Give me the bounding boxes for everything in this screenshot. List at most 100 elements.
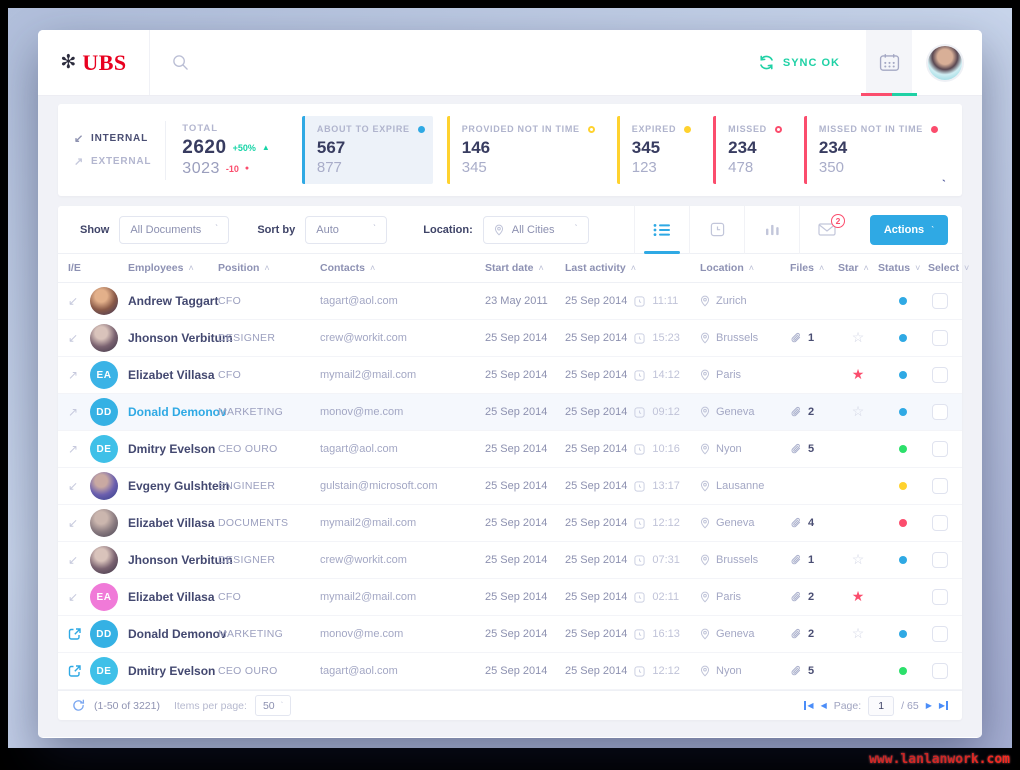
sort-select[interactable]: Auto ˋ: [305, 215, 388, 244]
stat-card[interactable]: MISSED 234 478: [713, 116, 790, 184]
employee-name[interactable]: Elizabet Villasa: [128, 590, 215, 604]
row-checkbox[interactable]: [932, 626, 948, 642]
column-header[interactable]: Select ˅: [928, 262, 969, 274]
first-page-button[interactable]: ◀: [804, 701, 814, 710]
external-toggle[interactable]: ↗ EXTERNAL: [74, 155, 165, 168]
row-checkbox[interactable]: [932, 478, 948, 494]
contact-email[interactable]: tagart@aol.com: [320, 295, 485, 307]
table-row[interactable]: ↙ ↗ Andrew Taggart CFO tagart@aol.com 23…: [58, 283, 962, 320]
contact-email[interactable]: monov@me.com: [320, 406, 485, 418]
tab-chart-view[interactable]: [744, 205, 799, 254]
employee-name[interactable]: Donald Demonov: [128, 627, 227, 641]
table-row[interactable]: ↙ ↗ Evgeny Gulshtein ENGINEER gulstain@m…: [58, 468, 962, 505]
row-checkbox[interactable]: [932, 552, 948, 568]
internal-toggle[interactable]: ↙ INTERNAL: [74, 132, 165, 145]
stat-card[interactable]: ABOUT TO EXPIRE 567 877: [301, 116, 433, 184]
table-row[interactable]: ↙ ↗ Jhonson Verbitum DESIGNER crew@worki…: [58, 320, 962, 357]
refresh-button[interactable]: [72, 699, 85, 712]
star-icon[interactable]: ☆: [852, 551, 865, 567]
table-row[interactable]: ↙ ↗ EA Elizabet Villasa CFO mymail2@mail…: [58, 357, 962, 394]
row-checkbox[interactable]: [932, 330, 948, 346]
stat-card[interactable]: MISSED NOT IN TIME 234 350: [803, 116, 946, 184]
show-select[interactable]: All Documents ˋ: [119, 215, 230, 244]
calendar-button[interactable]: [861, 30, 917, 96]
row-checkbox[interactable]: [932, 515, 948, 531]
stat-card[interactable]: PROVIDED NOT IN TIME 146 345: [446, 116, 603, 184]
next-page-button[interactable]: ▶: [926, 701, 932, 710]
column-header[interactable]: Star ˄: [838, 262, 878, 274]
page-input[interactable]: 1: [868, 695, 895, 716]
files-cell[interactable]: 2: [790, 406, 838, 418]
location-select[interactable]: All Cities ˋ: [482, 215, 589, 244]
table-row[interactable]: ↙ ↗ DD Donald Demonov MARKETING monov@me…: [58, 394, 962, 431]
contact-email[interactable]: gulstain@microsoft.com: [320, 480, 485, 492]
contact-email[interactable]: crew@workit.com: [320, 332, 485, 344]
column-header[interactable]: Contacts ˄: [320, 262, 485, 274]
actions-button[interactable]: Actions ˋ: [870, 214, 948, 245]
employee-name[interactable]: Elizabet Villasa: [128, 368, 215, 382]
star-icon[interactable]: ☆: [852, 403, 865, 419]
stats-collapse-chevron[interactable]: ˋ: [942, 177, 946, 192]
table-row[interactable]: ↙ ↗ DE Dmitry Evelson CEO OURO tagart@ao…: [58, 431, 962, 468]
contact-email[interactable]: mymail2@mail.com: [320, 517, 485, 529]
files-cell[interactable]: [790, 480, 838, 492]
row-checkbox[interactable]: [932, 663, 948, 679]
tab-messages[interactable]: 2: [799, 205, 854, 254]
column-header[interactable]: Status ˅: [878, 262, 928, 274]
star-icon[interactable]: ☆: [852, 625, 865, 641]
last-page-button[interactable]: ▶: [939, 701, 948, 710]
table-row[interactable]: ↙ ↗ EA Elizabet Villasa CFO mymail2@mail…: [58, 579, 962, 616]
table-row[interactable]: ↙ ↗ Jhonson Verbitum DESIGNER crew@worki…: [58, 542, 962, 579]
star-icon[interactable]: ☆: [852, 329, 865, 345]
files-cell[interactable]: 2: [790, 628, 838, 640]
row-checkbox[interactable]: [932, 441, 948, 457]
star-icon[interactable]: ★: [852, 366, 865, 382]
column-header[interactable]: Files ˄: [790, 262, 838, 274]
row-checkbox[interactable]: [932, 589, 948, 605]
employee-name[interactable]: Dmitry Evelson: [128, 442, 215, 456]
column-header[interactable]: Position ˄: [218, 262, 320, 274]
user-avatar[interactable]: [928, 45, 962, 80]
employee-name[interactable]: Andrew Taggart: [128, 294, 218, 308]
table-row[interactable]: ↙ ↗ DE Dmitry Evelson CEO OURO tagart@ao…: [58, 653, 962, 690]
external-link-icon[interactable]: [68, 627, 82, 641]
files-cell[interactable]: [790, 369, 838, 381]
contact-email[interactable]: mymail2@mail.com: [320, 369, 485, 381]
employee-name[interactable]: Donald Demonov: [128, 405, 227, 419]
star-icon[interactable]: ★: [852, 588, 865, 604]
row-checkbox[interactable]: [932, 404, 948, 420]
column-header[interactable]: Employees ˄: [90, 262, 218, 274]
contact-email[interactable]: mymail2@mail.com: [320, 591, 485, 603]
contact-email[interactable]: monov@me.com: [320, 628, 485, 640]
tab-list-view[interactable]: [634, 205, 689, 254]
external-link-icon[interactable]: [68, 664, 82, 678]
files-cell[interactable]: 2: [790, 591, 838, 603]
contact-email[interactable]: crew@workit.com: [320, 554, 485, 566]
stat-card[interactable]: EXPIRED 345 123: [616, 116, 699, 184]
files-cell[interactable]: 5: [790, 665, 838, 677]
per-page-select[interactable]: 50 ˋ: [254, 695, 292, 716]
search-button[interactable]: [172, 54, 189, 71]
tab-recent-view[interactable]: [689, 205, 744, 254]
row-checkbox[interactable]: [932, 367, 948, 383]
employee-name[interactable]: Elizabet Villasa: [128, 516, 215, 530]
files-cell[interactable]: [790, 295, 838, 307]
contact-email[interactable]: tagart@aol.com: [320, 443, 485, 455]
employee-name[interactable]: Evgeny Gulshtein: [128, 479, 229, 493]
files-cell[interactable]: 5: [790, 443, 838, 455]
employee-name[interactable]: Jhonson Verbitum: [128, 331, 233, 345]
files-cell[interactable]: 1: [790, 554, 838, 566]
contact-email[interactable]: tagart@aol.com: [320, 665, 485, 677]
column-header[interactable]: Last activity ˄: [565, 262, 700, 274]
table-row[interactable]: ↙ ↗ DD Donald Demonov MARKETING monov@me…: [58, 616, 962, 653]
column-header[interactable]: Location ˄: [700, 262, 790, 274]
employee-name[interactable]: Dmitry Evelson: [128, 664, 215, 678]
column-header[interactable]: Start date ˄: [485, 262, 565, 274]
files-cell[interactable]: 4: [790, 517, 838, 529]
files-cell[interactable]: 1: [790, 332, 838, 344]
employee-name[interactable]: Jhonson Verbitum: [128, 553, 233, 567]
row-checkbox[interactable]: [932, 293, 948, 309]
sync-status[interactable]: SYNC OK: [758, 54, 840, 71]
prev-page-button[interactable]: ◀: [821, 701, 827, 710]
brand-logo[interactable]: ✻ UBS: [38, 30, 150, 95]
